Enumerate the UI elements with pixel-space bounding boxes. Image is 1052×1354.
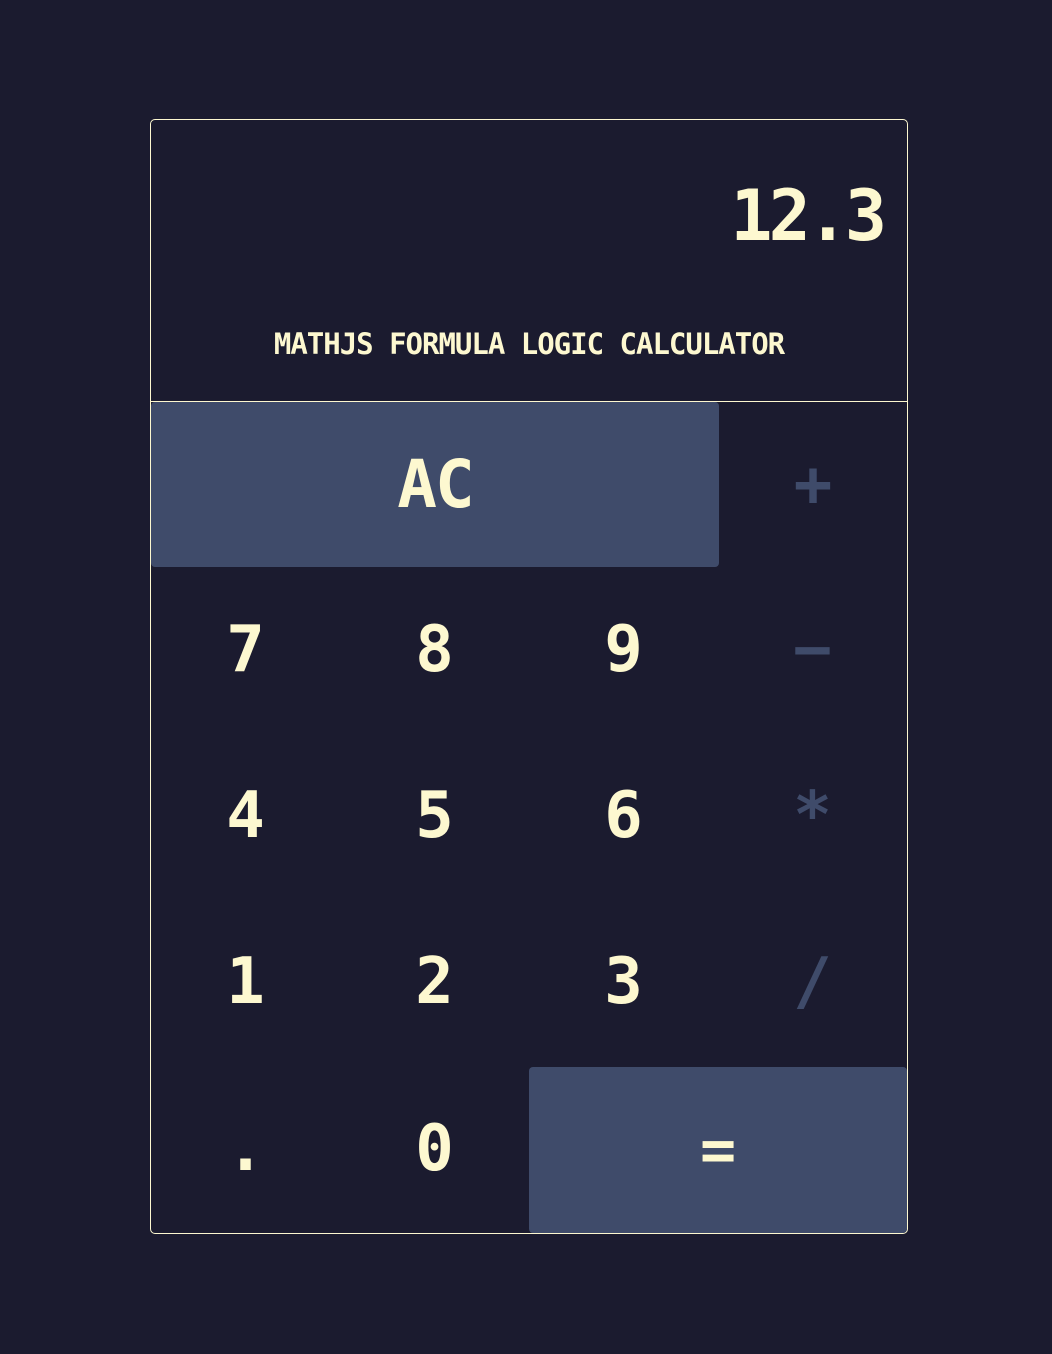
multiply-button[interactable]: * (718, 733, 907, 899)
add-button[interactable]: + (719, 402, 907, 567)
digit-9-button[interactable]: 9 (529, 567, 718, 733)
digit-4-button[interactable]: 4 (151, 733, 340, 899)
digit-7-button[interactable]: 7 (151, 567, 340, 733)
digit-3-button[interactable]: 3 (529, 899, 718, 1065)
equals-button[interactable]: = (529, 1067, 907, 1233)
digit-2-button[interactable]: 2 (340, 899, 529, 1065)
digit-5-button[interactable]: 5 (340, 733, 529, 899)
digit-6-button[interactable]: 6 (529, 733, 718, 899)
display-panel: 12.3 MATHJS FORMULA LOGIC CALCULATOR (151, 120, 907, 402)
clear-button[interactable]: AC (151, 402, 719, 567)
decimal-button[interactable]: . (151, 1065, 340, 1233)
digit-0-button[interactable]: 0 (340, 1065, 529, 1233)
calculator: 12.3 MATHJS FORMULA LOGIC CALCULATOR AC … (150, 119, 908, 1234)
digit-8-button[interactable]: 8 (340, 567, 529, 733)
display-value: 12.3 (730, 175, 887, 257)
keypad: AC + 7 8 9 − 4 5 6 * 1 2 3 / . 0 = (151, 402, 907, 1233)
subtract-button[interactable]: − (718, 567, 907, 733)
calculator-title: MATHJS FORMULA LOGIC CALCULATOR (273, 327, 785, 361)
digit-1-button[interactable]: 1 (151, 899, 340, 1065)
divide-button[interactable]: / (718, 899, 907, 1065)
